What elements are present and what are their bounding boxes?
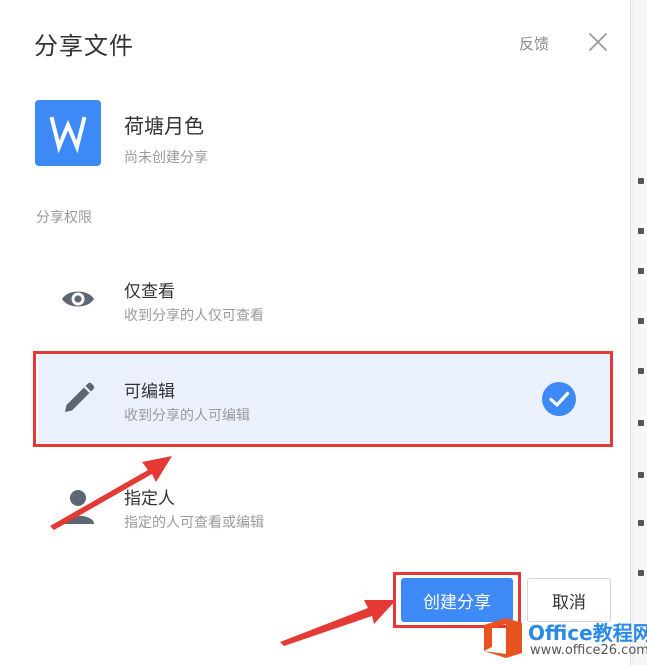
office-watermark: Office教程网 www.office26.com bbox=[478, 612, 647, 665]
share-file-dialog: 分享文件 反馈 荷塘月色 尚未创建分享 分享权限 仅查看 收到分享的人仅可查看 bbox=[0, 0, 631, 665]
check-circle-icon bbox=[542, 382, 576, 416]
file-share-status: 尚未创建分享 bbox=[124, 150, 208, 166]
background-document-edge bbox=[632, 0, 647, 665]
file-name: 荷塘月色 bbox=[124, 114, 204, 138]
option-editable[interactable]: 可编辑 收到分享的人可编辑 bbox=[38, 355, 612, 443]
feedback-link[interactable]: 反馈 bbox=[519, 33, 549, 54]
option-title: 可编辑 bbox=[124, 382, 175, 402]
permission-section-label: 分享权限 bbox=[36, 210, 92, 226]
option-description: 收到分享的人可编辑 bbox=[124, 408, 250, 424]
person-icon bbox=[60, 488, 96, 524]
option-specified-person[interactable]: 指定人 指定的人可查看或编辑 bbox=[38, 462, 612, 550]
close-icon[interactable] bbox=[586, 30, 610, 54]
dialog-title: 分享文件 bbox=[34, 32, 134, 60]
watermark-url: www.office26.com bbox=[530, 643, 647, 658]
pencil-icon bbox=[60, 381, 96, 417]
option-title: 仅查看 bbox=[124, 282, 175, 302]
word-file-icon bbox=[35, 100, 101, 166]
option-view-only[interactable]: 仅查看 收到分享的人仅可查看 bbox=[38, 255, 612, 343]
office-logo-icon bbox=[484, 618, 522, 658]
eye-icon bbox=[60, 281, 96, 317]
watermark-brand: Office教程网 bbox=[528, 621, 647, 645]
option-description: 收到分享的人仅可查看 bbox=[124, 308, 264, 324]
option-title: 指定人 bbox=[124, 489, 175, 509]
option-description: 指定的人可查看或编辑 bbox=[124, 515, 264, 531]
